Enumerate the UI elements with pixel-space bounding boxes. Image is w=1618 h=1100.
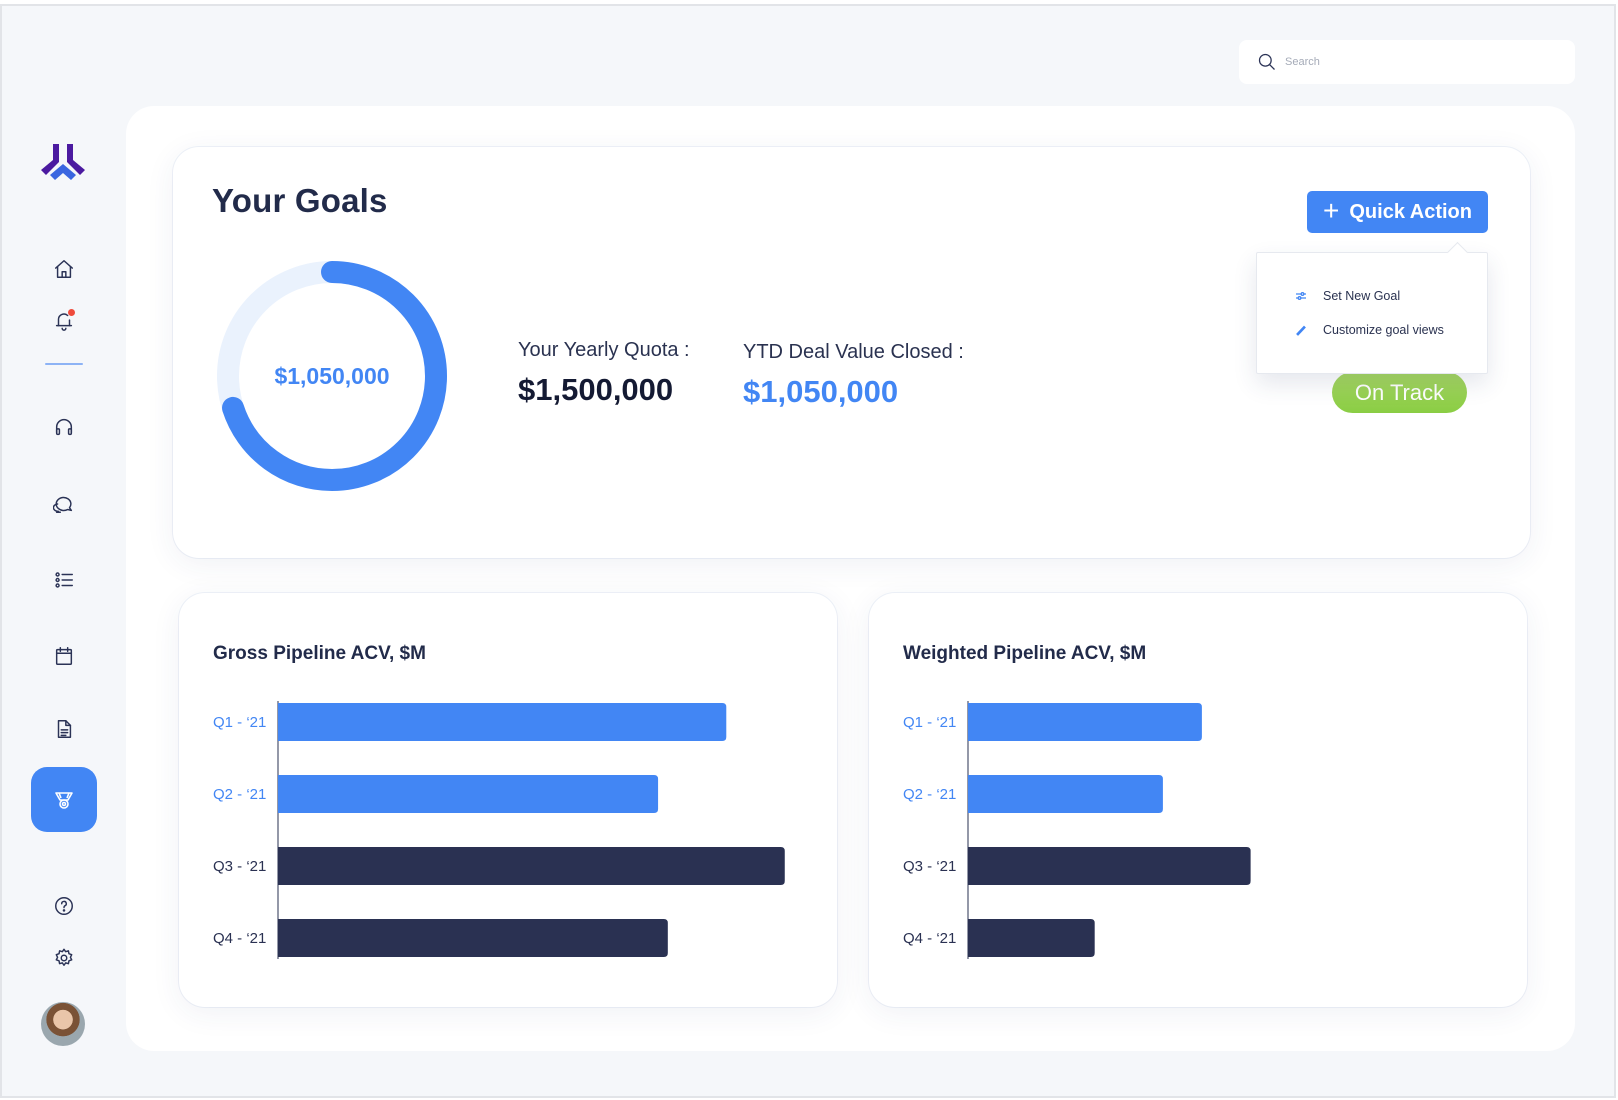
sliders-icon — [1296, 292, 1306, 300]
main-panel: Your Goals $1,050,000 Your Yearly Quota … — [126, 106, 1575, 1051]
home-icon — [55, 260, 73, 278]
sidebar-item-lists[interactable] — [49, 565, 79, 595]
sidebar-item-home[interactable] — [49, 254, 79, 284]
gross-pipeline-chart-card: Gross Pipeline ACV, $M Q1 - ‘21 Q2 - ‘21 Q… — [179, 593, 837, 1007]
app-window: Your Goals $1,050,000 Your Yearly Quota … — [0, 4, 1616, 1098]
search-bar[interactable] — [1239, 40, 1575, 84]
category-label: Q1 - ‘21 — [213, 714, 266, 731]
sidebar-item-help[interactable] — [49, 891, 79, 921]
category-label: Q1 - ‘21 — [903, 714, 956, 731]
page-title: Your Goals — [212, 182, 388, 219]
category-label: Q3 - ‘21 — [903, 858, 956, 875]
weighted-pipeline-chart-card: Weighted Pipeline ACV, $M Q1 - ‘21 Q2 - ‘… — [869, 593, 1527, 1007]
bar-2[interactable] — [278, 775, 659, 813]
weighted-pipeline-chart: Q1 - ‘21 Q2 - ‘21 Q3 - ‘21 Q4 - ‘21 — [903, 701, 1251, 959]
category-label: Q4 - ‘21 — [903, 930, 956, 947]
pen-icon — [1296, 325, 1306, 336]
help-icon — [55, 897, 73, 915]
sidebar-item-support[interactable] — [49, 412, 79, 442]
category-label: Q4 - ‘21 — [213, 930, 266, 947]
ytd-label: YTD Deal Value Closed : — [743, 341, 964, 363]
chat-icon — [53, 496, 73, 513]
menu-item-set-new-goal[interactable]: Set New Goal — [1295, 289, 1400, 303]
search-input[interactable] — [1285, 56, 1565, 68]
plus-icon: + — [1323, 194, 1340, 226]
medal-icon — [55, 791, 73, 809]
sidebar-divider — [45, 363, 83, 365]
sidebar-item-settings[interactable] — [49, 943, 79, 973]
gross-pipeline-chart: Q1 - ‘21 Q2 - ‘21 Q3 - ‘21 Q4 - ‘21 — [213, 701, 785, 959]
calendar-icon — [55, 647, 73, 665]
quick-action-button[interactable]: + Quick Action — [1307, 191, 1488, 233]
menu-item-customize-goal-views[interactable]: Customize goal views — [1295, 323, 1444, 337]
quick-action-menu: Set New Goal Customize goal views — [1256, 252, 1488, 374]
ytd-value: $1,050,000 — [743, 374, 899, 409]
sidebar-item-messages[interactable] — [49, 489, 79, 519]
progress-ring-label: $1,050,000 — [274, 362, 390, 389]
user-avatar[interactable] — [41, 1002, 85, 1046]
goals-card: Your Goals $1,050,000 Your Yearly Quota … — [173, 147, 1530, 558]
bar-4[interactable] — [968, 919, 1095, 957]
bar-1[interactable] — [968, 703, 1202, 741]
gear-icon — [55, 948, 73, 966]
sidebar-item-notifications[interactable] — [49, 306, 79, 336]
bar-4[interactable] — [278, 919, 668, 957]
bar-3[interactable] — [278, 847, 785, 885]
notification-badge — [68, 309, 75, 316]
list-icon — [55, 572, 73, 588]
headphones-icon — [55, 419, 73, 436]
category-label: Q2 - ‘21 — [213, 786, 266, 803]
quota-label: Your Yearly Quota : — [518, 339, 690, 361]
sidebar-item-calendar[interactable] — [49, 641, 79, 671]
search-icon — [1258, 53, 1275, 70]
document-icon — [57, 720, 72, 738]
category-label: Q3 - ‘21 — [213, 858, 266, 875]
quick-action-label: Quick Action — [1349, 200, 1472, 223]
sidebar-item-goals[interactable] — [31, 767, 97, 832]
category-label: Q2 - ‘21 — [903, 786, 956, 803]
bar-1[interactable] — [278, 703, 727, 741]
status-badge: On Track — [1332, 372, 1467, 413]
quota-value: $1,500,000 — [518, 372, 674, 407]
sidebar-item-documents[interactable] — [49, 714, 79, 744]
bar-3[interactable] — [968, 847, 1251, 885]
bar-2[interactable] — [968, 775, 1163, 813]
app-logo[interactable] — [40, 142, 86, 182]
